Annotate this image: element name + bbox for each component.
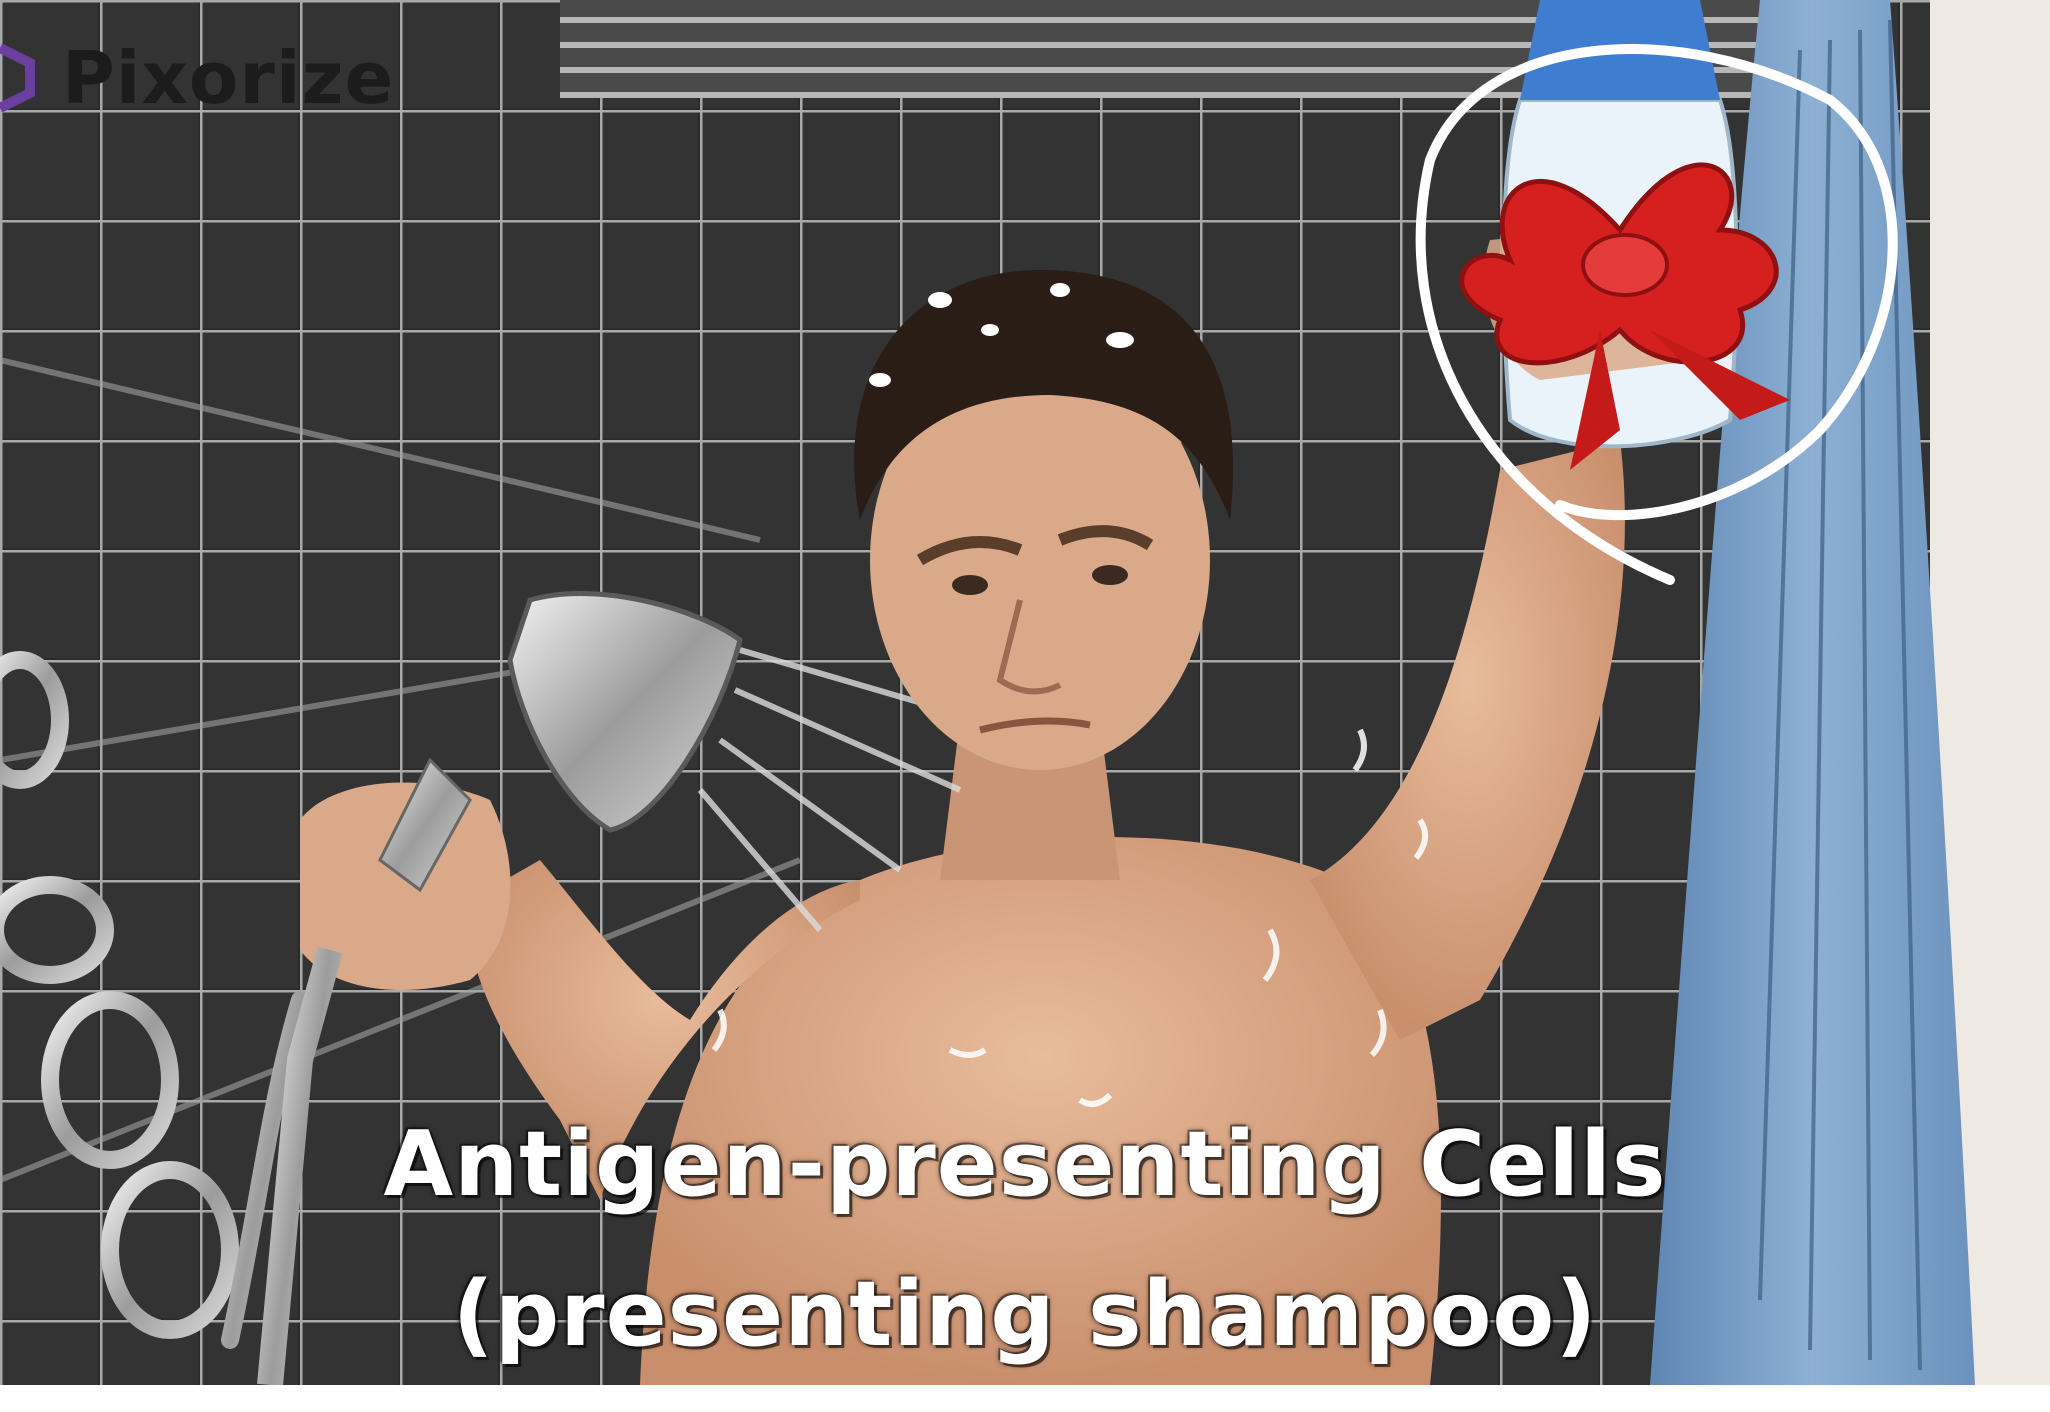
brand-logo: Pixorize: [0, 28, 394, 128]
bottom-border: [0, 1385, 2050, 1412]
illustration-scene: Pixorize Antigen-presenting Cells (prese…: [0, 0, 2050, 1385]
caption-line-1: Antigen-presenting Cells: [383, 1112, 1667, 1217]
brand-name: Pixorize: [62, 36, 395, 120]
pixorize-hexagon-icon: [0, 43, 35, 113]
caption-line-2: (presenting shampoo): [452, 1262, 1598, 1367]
